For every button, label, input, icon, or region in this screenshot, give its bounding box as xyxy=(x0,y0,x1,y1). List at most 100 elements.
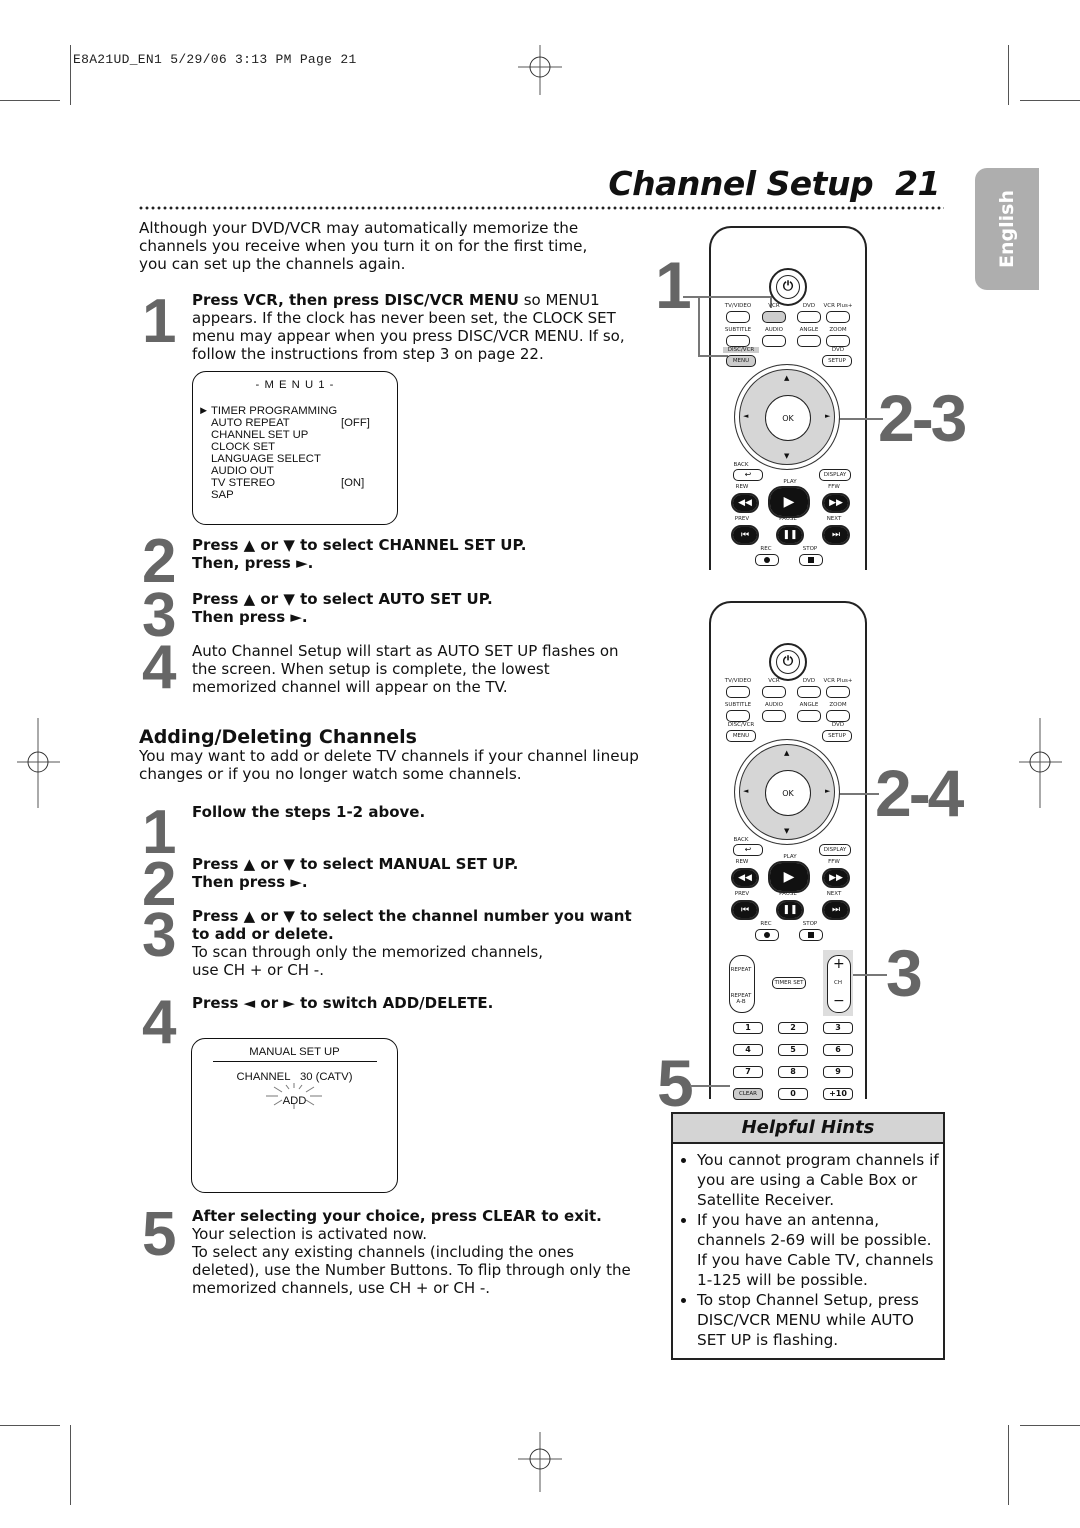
remote-button-label: REW xyxy=(735,484,749,490)
dpad-down-button[interactable]: ▼ xyxy=(784,452,789,460)
dvd-setup-button[interactable]: SETUP xyxy=(822,355,852,367)
remote-button-label: DVD xyxy=(831,722,845,728)
remote-button-vcr-plus-[interactable] xyxy=(826,686,850,698)
step-4-detail: Auto Channel Setup will start as AUTO SE… xyxy=(192,642,619,696)
display-button[interactable]: DISPLAY xyxy=(819,469,851,481)
power-button[interactable]: ⏻ xyxy=(769,643,807,681)
next-button[interactable]: ⏭ xyxy=(822,900,850,920)
disc-vcr-menu-button[interactable]: MENU xyxy=(726,730,756,742)
timer-set-button[interactable]: TIMER SET xyxy=(772,977,806,989)
number-button-2[interactable]: 2 xyxy=(778,1022,808,1034)
rec-button[interactable] xyxy=(755,554,779,566)
disc-vcr-menu-button[interactable]: MENU xyxy=(726,355,756,367)
hint-item: You cannot program channels if you are u… xyxy=(697,1150,943,1210)
channel-readout: CHANNEL 30 (CATV) xyxy=(192,1071,397,1083)
dpad-left-button[interactable]: ◄ xyxy=(743,787,748,795)
pause-button[interactable]: ❚❚ xyxy=(776,900,804,920)
number-button-7[interactable]: 7 xyxy=(733,1066,763,1078)
number-button-plus10[interactable]: +10 xyxy=(823,1088,853,1100)
menu1-item-label: TIMER PROGRAMMING xyxy=(211,405,338,417)
dpad-up-button[interactable]: ▲ xyxy=(784,374,789,382)
prev-button[interactable]: ⏮ xyxy=(731,525,759,545)
callout-step-5: 5 xyxy=(657,1046,694,1120)
add-step-5-note: To select any existing channels (includi… xyxy=(192,1243,631,1297)
dpad-right-button[interactable]: ► xyxy=(825,412,830,420)
ch-minus-icon[interactable]: − xyxy=(833,993,845,1009)
remote-button-audio[interactable] xyxy=(762,335,786,347)
number-button-8[interactable]: 8 xyxy=(778,1066,808,1078)
title-underline xyxy=(212,1061,377,1062)
stop-button[interactable] xyxy=(799,929,823,941)
number-button-3[interactable]: 3 xyxy=(823,1022,853,1034)
stop-icon xyxy=(808,557,814,563)
back-button[interactable]: ↩ xyxy=(733,469,763,481)
remote-button-label: VCR xyxy=(768,303,780,309)
step-1-text: Press VCR, then press DISC/VCR MENU so M… xyxy=(192,291,632,363)
remote-button-label: PREV xyxy=(734,891,750,897)
display-button[interactable]: DISPLAY xyxy=(819,844,851,856)
remote-button-label: TV/VIDEO xyxy=(724,303,752,309)
callout-step-1: 1 xyxy=(655,248,692,322)
dpad-right-button[interactable]: ► xyxy=(825,787,830,795)
remote-button-label: REW xyxy=(735,859,749,865)
remote-button-angle[interactable] xyxy=(797,335,821,347)
number-button-0[interactable]: 0 xyxy=(778,1088,808,1100)
rew-button[interactable]: ◀◀ xyxy=(731,493,759,513)
ffw-button[interactable]: ▶▶ xyxy=(822,868,850,888)
remote-button-audio[interactable] xyxy=(762,710,786,722)
remote-button-dvd[interactable] xyxy=(797,686,821,698)
number-button-9[interactable]: 9 xyxy=(823,1066,853,1078)
menu1-screen: - M E N U 1 - ► TIMER PROGRAMMING AUTO REP… xyxy=(192,371,398,525)
number-button-5[interactable]: 5 xyxy=(778,1044,808,1056)
next-button[interactable]: ⏭ xyxy=(822,525,850,545)
prev-button[interactable]: ⏮ xyxy=(731,900,759,920)
dpad-down-button[interactable]: ▼ xyxy=(784,827,789,835)
remote-button-zoom[interactable] xyxy=(826,710,850,722)
ch-plus-icon[interactable]: + xyxy=(833,956,845,972)
remote-button-dvd[interactable] xyxy=(797,311,821,323)
menu1-item-value: [OFF] xyxy=(341,417,370,429)
remote-button-vcr-plus-[interactable] xyxy=(826,311,850,323)
remote-button-zoom[interactable] xyxy=(826,335,850,347)
step-2-instruction: Press ▲ or ▼ to select CHANNEL SET UP. T… xyxy=(192,536,527,572)
add-step-3: Press ▲ or ▼ to select the channel numbe… xyxy=(192,907,634,979)
section-intro: You may want to add or delete TV channel… xyxy=(139,747,639,783)
play-button[interactable]: ▶ xyxy=(768,861,810,893)
remote-button-tv-video[interactable] xyxy=(726,311,750,323)
remote-button-label: PAUSE xyxy=(779,891,797,897)
ok-button[interactable]: OK xyxy=(765,395,811,441)
add-step-5-instruction: After selecting your choice, press CLEAR… xyxy=(192,1207,602,1225)
remote-button-tv-video[interactable] xyxy=(726,686,750,698)
ffw-button[interactable]: ▶▶ xyxy=(822,493,850,513)
callout-line xyxy=(690,1085,730,1087)
power-button[interactable]: ⏻ xyxy=(769,268,807,306)
number-button-6[interactable]: 6 xyxy=(823,1044,853,1056)
remote-button-subtitle[interactable] xyxy=(726,335,750,347)
dvd-setup-button[interactable]: SETUP xyxy=(822,730,852,742)
pause-button[interactable]: ❚❚ xyxy=(776,525,804,545)
remote-button-label: ANGLE xyxy=(799,702,819,708)
stop-button[interactable] xyxy=(799,554,823,566)
callout-steps-2-4: 2-4 xyxy=(875,756,964,830)
menu1-item: CHANNEL SET UP xyxy=(211,429,397,441)
remote-button-angle[interactable] xyxy=(797,710,821,722)
number-button-4[interactable]: 4 xyxy=(733,1044,763,1056)
number-button-clear[interactable]: CLEAR xyxy=(733,1088,763,1100)
crop-mark xyxy=(1020,1425,1080,1426)
rew-button[interactable]: ◀◀ xyxy=(731,868,759,888)
remote-button-subtitle[interactable] xyxy=(726,710,750,722)
back-button[interactable]: ↩ xyxy=(733,844,763,856)
step-3-instruction: Press ▲ or ▼ to select AUTO SET UP. Then… xyxy=(192,590,493,626)
callout-step-3: 3 xyxy=(886,936,923,1010)
number-button-1[interactable]: 1 xyxy=(733,1022,763,1034)
dpad-left-button[interactable]: ◄ xyxy=(743,412,748,420)
remote-button-vcr[interactable] xyxy=(762,311,786,323)
fast-forward-icon: ▶▶ xyxy=(824,495,848,511)
add-step-3-instruction: Press ▲ or ▼ to select the channel numbe… xyxy=(192,907,632,943)
rec-button[interactable] xyxy=(755,929,779,941)
remote-button-vcr[interactable] xyxy=(762,686,786,698)
remote-button-label: STOP xyxy=(802,546,818,552)
play-button[interactable]: ▶ xyxy=(768,486,810,518)
dpad-up-button[interactable]: ▲ xyxy=(784,749,789,757)
ok-button[interactable]: OK xyxy=(765,770,811,816)
